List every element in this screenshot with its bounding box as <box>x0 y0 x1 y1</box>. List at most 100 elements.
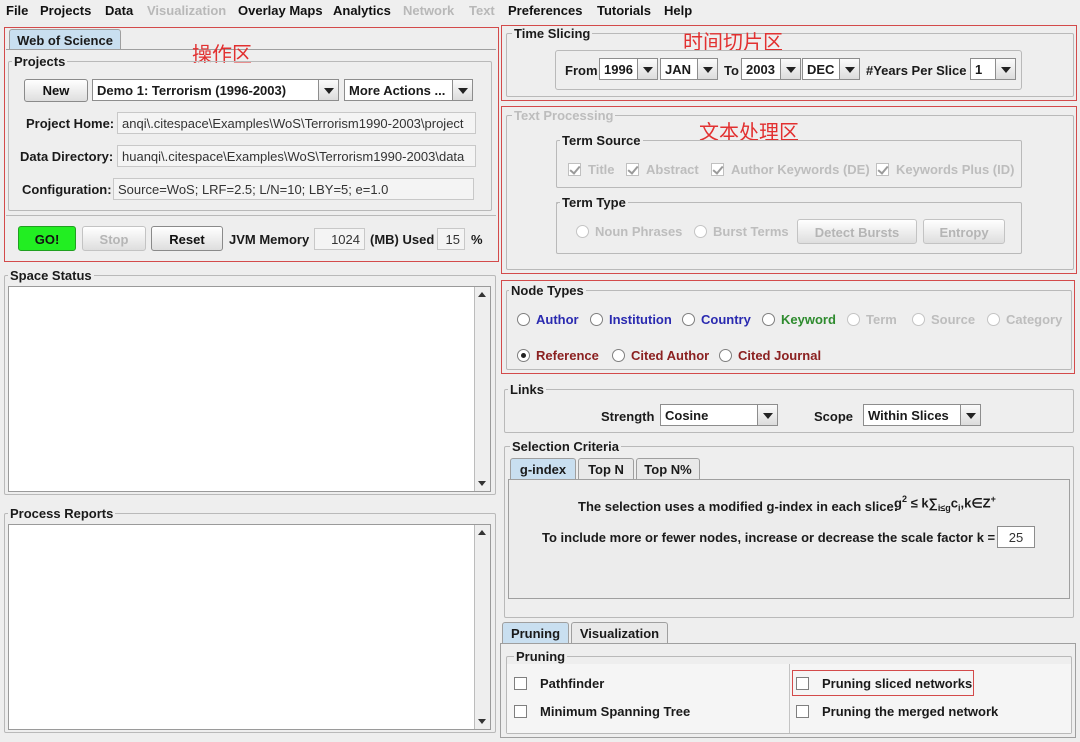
menu-projects[interactable]: Projects <box>40 3 91 18</box>
to-month-value: DEC <box>807 62 835 77</box>
to-month-select[interactable]: DEC <box>802 58 860 80</box>
g-index-description: The selection uses a modified g-index in… <box>578 499 899 514</box>
pruning-sliced-label: Pruning sliced networks <box>822 676 973 691</box>
checkbox-icon <box>796 677 809 690</box>
node-cited-journal-label: Cited Journal <box>738 348 822 363</box>
selection-criteria-legend: Selection Criteria <box>510 439 621 454</box>
term-source-legend: Term Source <box>560 133 643 148</box>
node-institution-label: Institution <box>609 312 672 327</box>
checkbox-icon <box>796 705 809 718</box>
checkbox-icon <box>514 677 527 690</box>
mst-checkbox[interactable]: Minimum Spanning Tree <box>514 704 690 719</box>
chevron-down-icon <box>757 405 777 425</box>
menu-preferences[interactable]: Preferences <box>508 3 582 18</box>
node-keyword-label: Keyword <box>781 312 836 327</box>
pruning-divider <box>789 664 790 733</box>
checkbox-icon <box>876 163 889 176</box>
menu-tutorials[interactable]: Tutorials <box>597 3 651 18</box>
tab-pruning[interactable]: Pruning <box>502 622 569 643</box>
scope-label: Scope <box>814 409 854 424</box>
node-keyword-radio[interactable]: Keyword <box>762 312 836 327</box>
scroll-up-icon[interactable] <box>475 525 490 540</box>
to-year-select[interactable]: 2003 <box>741 58 801 80</box>
space-status-area[interactable] <box>8 286 491 492</box>
space-status-scrollbar[interactable] <box>474 287 490 491</box>
abstract-checkbox-label: Abstract <box>646 162 699 177</box>
node-cited-journal-radio[interactable]: Cited Journal <box>719 348 821 363</box>
to-year-value: 2003 <box>746 62 775 77</box>
jvm-memory-value: 1024 <box>314 228 365 250</box>
process-reports-area[interactable] <box>8 524 491 730</box>
noun-phrases-radio: Noun Phrases <box>576 224 682 239</box>
node-term-radio: Term <box>847 312 897 327</box>
title-checkbox-label: Title <box>588 162 615 177</box>
links-panel <box>504 389 1074 433</box>
new-project-button[interactable]: New <box>24 79 88 102</box>
pruning-sliced-checkbox[interactable]: Pruning sliced networks <box>796 676 972 691</box>
pruning-merged-label: Pruning the merged network <box>822 704 999 719</box>
node-author-label: Author <box>536 312 579 327</box>
checkbox-icon <box>626 163 639 176</box>
pathfinder-checkbox[interactable]: Pathfinder <box>514 676 604 691</box>
tab-top-n[interactable]: Top N <box>578 458 634 479</box>
from-year-select[interactable]: 1996 <box>599 58 658 80</box>
term-type-legend: Term Type <box>560 195 628 210</box>
configuration-field[interactable]: Source=WoS; LRF=2.5; L/N=10; LBY=5; e=1.… <box>113 178 474 200</box>
memory-used-value: 15 <box>437 228 465 250</box>
node-term-label: Term <box>866 312 897 327</box>
burst-terms-label: Burst Terms <box>713 224 789 239</box>
chevron-down-icon <box>995 59 1015 79</box>
radio-icon <box>517 313 530 326</box>
tab-web-of-science[interactable]: Web of Science <box>9 29 121 50</box>
node-institution-radio[interactable]: Institution <box>590 312 672 327</box>
pruning-legend: Pruning <box>514 649 568 664</box>
reset-button[interactable]: Reset <box>151 226 223 251</box>
abstract-checkbox: Abstract <box>626 162 699 177</box>
menu-file[interactable]: File <box>6 3 28 18</box>
author-keywords-checkbox: Author Keywords (DE) <box>711 162 870 177</box>
chevron-down-icon <box>318 80 338 100</box>
from-month-select[interactable]: JAN <box>660 58 718 80</box>
node-reference-radio[interactable]: Reference <box>517 348 599 363</box>
checkbox-icon <box>514 705 527 718</box>
menu-analytics[interactable]: Analytics <box>333 3 391 18</box>
go-button[interactable]: GO! <box>18 226 76 251</box>
mb-used-label: (MB) Used <box>370 232 435 247</box>
scroll-up-icon[interactable] <box>475 287 490 302</box>
node-author-radio[interactable]: Author <box>517 312 579 327</box>
years-per-slice-select[interactable]: 1 <box>970 58 1016 80</box>
process-reports-legend: Process Reports <box>8 506 116 521</box>
chevron-down-icon <box>780 59 800 79</box>
author-keywords-label: Author Keywords (DE) <box>731 162 870 177</box>
node-types-legend: Node Types <box>509 283 586 298</box>
years-per-slice-value: 1 <box>975 62 983 77</box>
pruning-merged-checkbox[interactable]: Pruning the merged network <box>796 704 998 719</box>
chevron-down-icon <box>839 59 859 79</box>
tab-g-index[interactable]: g-index <box>510 458 576 479</box>
menu-overlay-maps[interactable]: Overlay Maps <box>238 3 323 18</box>
radio-icon <box>682 313 695 326</box>
menu-data[interactable]: Data <box>105 3 133 18</box>
radio-icon <box>612 349 625 362</box>
radio-icon <box>762 313 775 326</box>
project-home-field[interactable]: anqi\.citespace\Examples\WoS\Terrorism19… <box>117 112 476 134</box>
node-country-radio[interactable]: Country <box>682 312 751 327</box>
radio-icon <box>912 313 925 326</box>
menu-help[interactable]: Help <box>664 3 692 18</box>
data-directory-field[interactable]: huanqi\.citespace\Examples\WoS\Terrorism… <box>117 145 476 167</box>
process-reports-scrollbar[interactable] <box>474 525 490 729</box>
scroll-down-icon[interactable] <box>475 476 490 491</box>
tab-visualization[interactable]: Visualization <box>571 622 668 643</box>
node-cited-author-radio[interactable]: Cited Author <box>612 348 709 363</box>
node-source-radio: Source <box>912 312 975 327</box>
mst-label: Minimum Spanning Tree <box>540 704 691 719</box>
strength-label: Strength <box>601 409 655 424</box>
scroll-down-icon[interactable] <box>475 714 490 729</box>
scope-select[interactable]: Within Slices <box>863 404 981 426</box>
projects-legend: Projects <box>12 54 68 69</box>
more-actions-select[interactable]: More Actions ... <box>344 79 473 101</box>
scale-factor-input[interactable]: 25 <box>997 526 1035 548</box>
tab-top-n-percent[interactable]: Top N% <box>636 458 700 479</box>
strength-select[interactable]: Cosine <box>660 404 778 426</box>
project-select[interactable]: Demo 1: Terrorism (1996-2003) <box>92 79 339 101</box>
